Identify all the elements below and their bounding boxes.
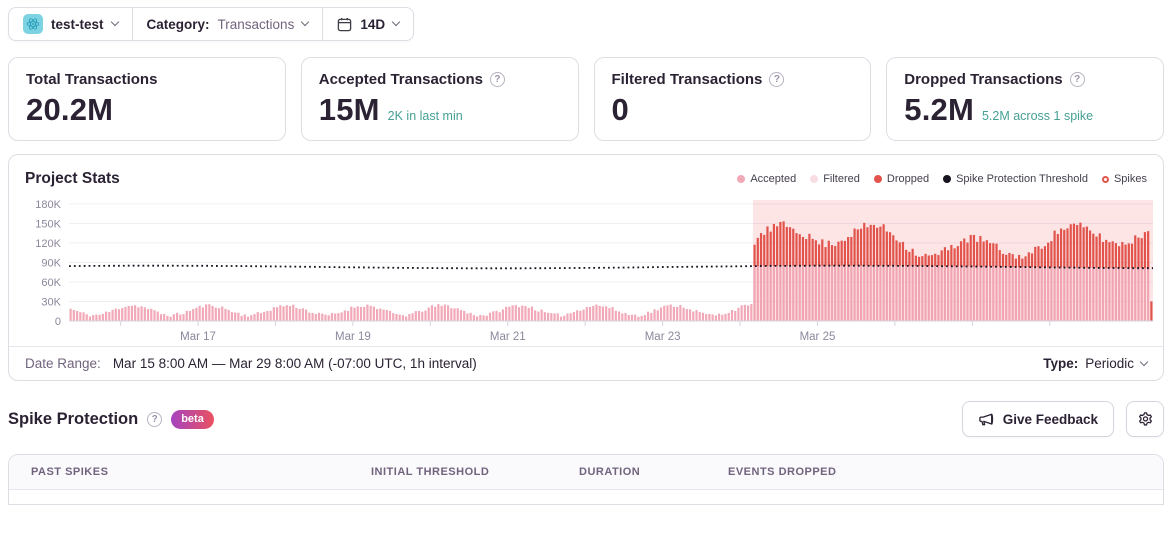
type-selector[interactable]: Type: Periodic xyxy=(1043,356,1149,371)
legend-item-dropped[interactable]: Dropped xyxy=(873,173,930,185)
help-icon[interactable]: ? xyxy=(1069,72,1085,87)
stat-cards-row: Total Transactions 20.2M Accepted Transa… xyxy=(8,57,1164,141)
spike-protection-title: Spike Protection xyxy=(8,409,139,428)
legend-ring-icon xyxy=(1101,175,1109,183)
svg-text:Mar 19: Mar 19 xyxy=(335,331,371,343)
svg-text:Mar 17: Mar 17 xyxy=(180,331,216,343)
project-stats-chart[interactable]: 180K 150K 120K 90K 60K 30K 0 Mar 17 Mar 19 Mar 21… xyxy=(21,190,1161,346)
svg-text:30K: 30K xyxy=(41,296,61,308)
type-label: Type: xyxy=(1043,356,1079,371)
svg-text:150K: 150K xyxy=(35,218,61,230)
table-row xyxy=(9,490,1163,504)
stat-card-value: 0 xyxy=(611,92,629,127)
legend-label: Filtered xyxy=(823,173,860,185)
stat-card-value: 20.2M xyxy=(26,92,114,127)
give-feedback-label: Give Feedback xyxy=(1002,411,1098,427)
stat-card-dropped: Dropped Transactions ? 5.2M 5.2M across … xyxy=(886,57,1164,141)
category-value: Transactions xyxy=(217,16,295,32)
period-value: 14D xyxy=(360,16,386,32)
stat-card-value: 15M xyxy=(318,92,380,127)
column-header-events-dropped: EVENTS DROPPED xyxy=(728,466,837,478)
category-selector[interactable]: Category: Transactions xyxy=(133,8,323,40)
usage-stats-page: test-test Category: Transactions 14D Tot… xyxy=(0,0,1172,512)
svg-text:Mar 23: Mar 23 xyxy=(645,331,681,343)
chevron-down-icon xyxy=(1139,357,1149,366)
chevron-down-icon xyxy=(301,17,310,27)
legend-dot-icon xyxy=(873,175,882,183)
help-icon[interactable]: ? xyxy=(769,72,785,87)
help-icon[interactable]: ? xyxy=(147,411,163,427)
column-header-duration: DURATION xyxy=(579,466,641,478)
gear-icon xyxy=(1137,411,1154,428)
svg-text:Mar 25: Mar 25 xyxy=(800,331,836,343)
stat-card-accepted: Accepted Transactions ? 15M 2K in last m… xyxy=(300,57,579,141)
stat-card-filtered: Filtered Transactions ? 0 xyxy=(593,57,872,141)
legend-label: Accepted xyxy=(750,173,797,185)
chevron-down-icon xyxy=(391,17,401,27)
beta-badge: beta xyxy=(171,409,214,429)
filters-toolbar: test-test Category: Transactions 14D xyxy=(8,7,415,41)
legend-item-spike-protection-threshold[interactable]: Spike Protection Threshold xyxy=(943,173,1088,185)
calendar-icon xyxy=(337,17,352,32)
stat-card-subtext: 5.2M across 1 spike xyxy=(981,109,1094,123)
project-name: test-test xyxy=(51,16,104,32)
svg-text:120K: 120K xyxy=(35,238,61,250)
give-feedback-button[interactable]: Give Feedback xyxy=(961,401,1114,437)
stat-card-title: Total Transactions xyxy=(26,71,158,88)
megaphone-icon xyxy=(978,411,995,428)
project-selector[interactable]: test-test xyxy=(9,8,132,40)
settings-button[interactable] xyxy=(1126,401,1164,437)
past-spikes-table: PAST SPIKES INITIAL THRESHOLD DURATION E… xyxy=(8,454,1164,505)
table-header-row: PAST SPIKES INITIAL THRESHOLD DURATION E… xyxy=(9,455,1163,490)
svg-text:90K: 90K xyxy=(41,257,61,269)
legend-dot-icon xyxy=(943,175,952,183)
date-range-label: Date Range: xyxy=(25,356,101,371)
svg-text:0: 0 xyxy=(55,316,61,328)
react-platform-icon xyxy=(23,14,43,34)
project-stats-card: Project Stats Accepted Filtered Dropped Spi… xyxy=(8,154,1164,381)
stat-card-title: Filtered Transactions xyxy=(611,71,763,88)
spike-protection-section-head: Spike Protection ? beta Give Feedback xyxy=(8,401,1164,437)
legend-item-filtered[interactable]: Filtered xyxy=(810,173,860,185)
legend-dot-icon xyxy=(810,175,819,183)
stat-card-title: Accepted Transactions xyxy=(318,71,483,88)
date-range-value: Mar 15 8:00 AM — Mar 29 8:00 AM (-07:00 … xyxy=(112,356,477,371)
stat-card-title: Dropped Transactions xyxy=(904,71,1063,88)
column-header-past-spikes: PAST SPIKES xyxy=(31,466,109,478)
svg-text:60K: 60K xyxy=(41,277,61,289)
stat-card-value: 5.2M xyxy=(904,92,974,127)
svg-text:180K: 180K xyxy=(35,199,61,211)
chart-title: Project Stats xyxy=(25,170,120,187)
legend-item-spikes[interactable]: Spikes xyxy=(1101,173,1147,185)
date-range-row: Date Range: Mar 15 8:00 AM — Mar 29 8:00… xyxy=(9,346,1163,380)
column-header-initial-threshold: INITIAL THRESHOLD xyxy=(371,466,490,478)
legend-label: Spike Protection Threshold xyxy=(956,173,1088,185)
legend-dot-icon xyxy=(737,175,746,183)
legend-label: Spikes xyxy=(1113,173,1147,185)
stat-card-subtext: 2K in last min xyxy=(387,109,463,123)
category-label: Category: xyxy=(146,16,210,32)
type-value: Periodic xyxy=(1085,356,1134,371)
stat-card-total: Total Transactions 20.2M xyxy=(8,57,286,141)
legend-item-accepted[interactable]: Accepted xyxy=(737,173,796,185)
help-icon[interactable]: ? xyxy=(489,72,505,87)
period-selector[interactable]: 14D xyxy=(323,8,413,40)
chart-legend: Accepted Filtered Dropped Spike Protection … xyxy=(737,173,1147,185)
legend-label: Dropped xyxy=(886,173,930,185)
chevron-down-icon xyxy=(110,17,119,27)
svg-text:Mar 21: Mar 21 xyxy=(490,331,526,343)
